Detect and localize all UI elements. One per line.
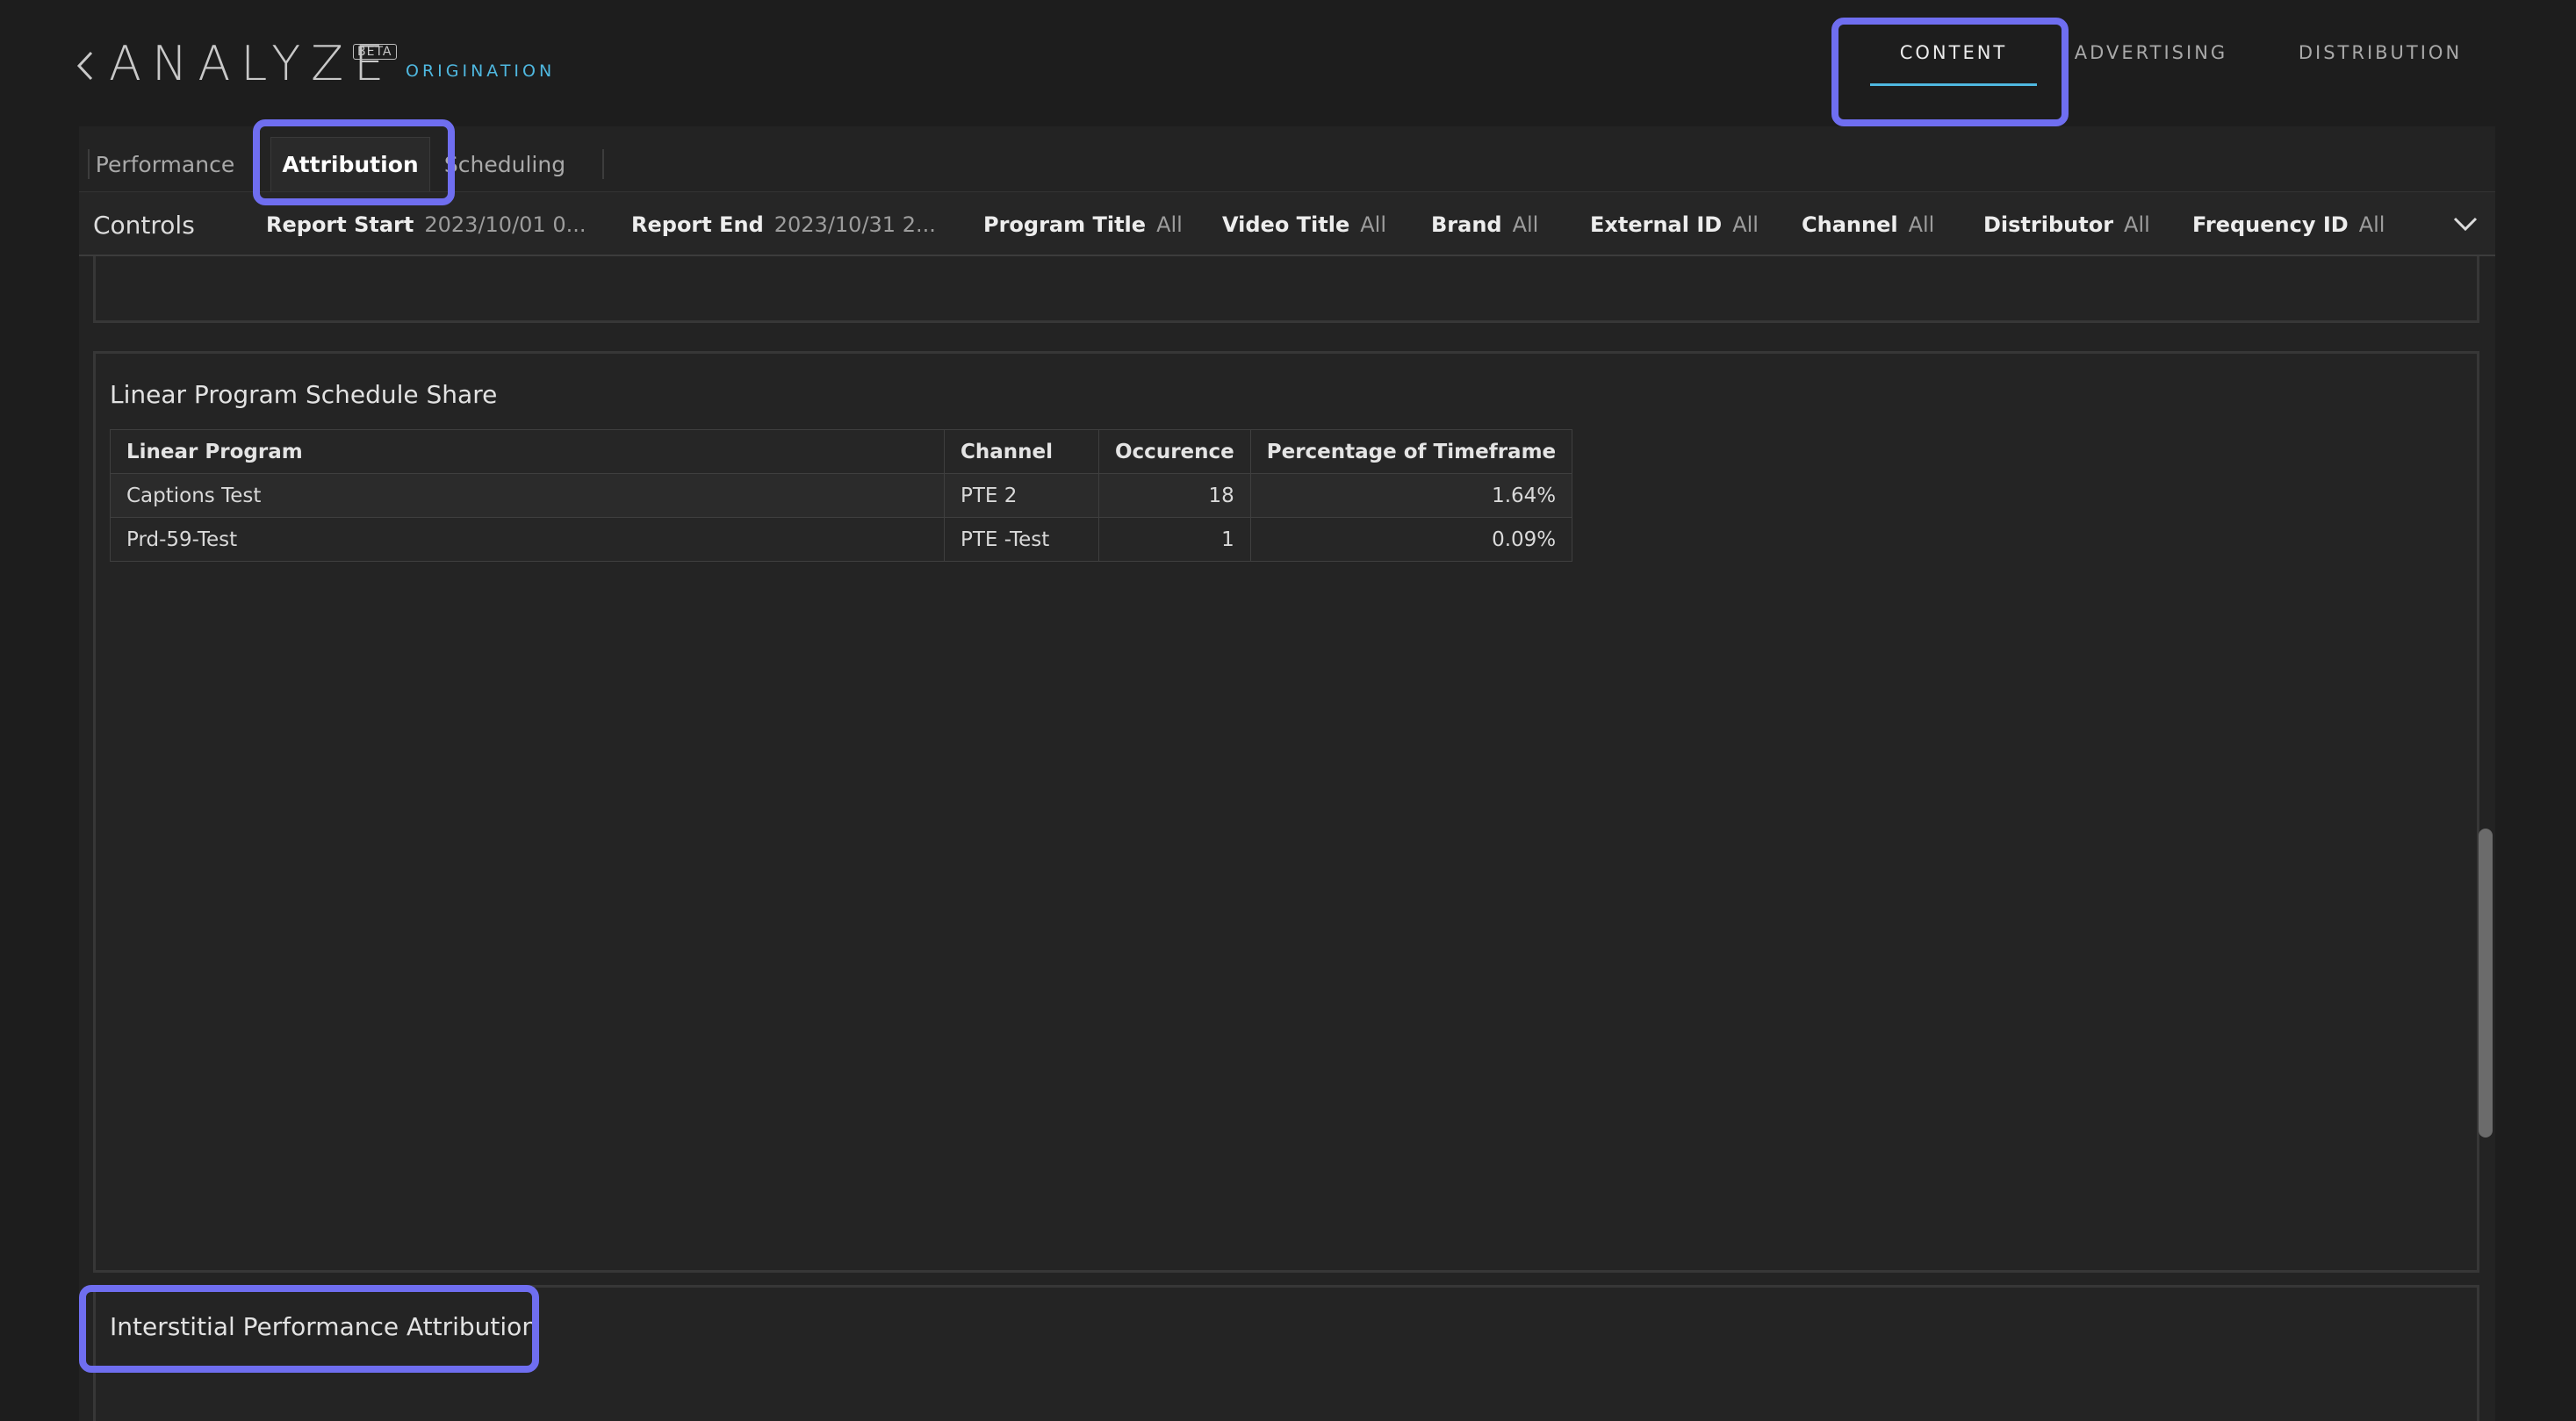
chevron-down-icon[interactable]	[2450, 208, 2481, 240]
cell-channel: PTE 2	[944, 473, 1099, 518]
filter-frequency-id[interactable]: Frequency ID All	[2192, 192, 2385, 257]
filter-key: External ID	[1590, 212, 1723, 237]
table-row[interactable]: Captions Test PTE 2 18 1.64%	[110, 473, 1573, 518]
filter-key: Program Title	[983, 212, 1147, 237]
filter-key: Distributor	[1983, 212, 2114, 237]
schedule-share-title: Linear Program Schedule Share	[110, 380, 498, 409]
filter-report-start[interactable]: Report Start 2023/10/01 0...	[266, 192, 586, 257]
subtab-bar: Performance Attribution Scheduling	[79, 126, 2495, 191]
nav-tab-label: DISTRIBUTION	[2298, 42, 2463, 63]
filter-key: Brand	[1431, 212, 1502, 237]
table-header-row: Linear Program Channel Occurence Percent…	[110, 429, 1573, 474]
filter-video-title[interactable]: Video Title All	[1222, 192, 1386, 257]
previous-card	[93, 256, 2479, 323]
tab-separator	[88, 149, 90, 179]
nav-tab-label: ADVERTISING	[2074, 42, 2228, 63]
filter-value: All	[2124, 212, 2150, 237]
filter-channel[interactable]: Channel All	[1802, 192, 1934, 257]
schedule-share-card: Linear Program Schedule Share Linear Pro…	[93, 351, 2479, 1273]
brand: ANALYZE BETA ORIGINATION	[76, 35, 551, 88]
tab-separator	[602, 149, 604, 179]
column-header[interactable]: Channel	[944, 429, 1099, 474]
filter-value: All	[1732, 212, 1759, 237]
beta-badge: BETA	[353, 44, 397, 60]
cell-channel: PTE -Test	[944, 517, 1099, 562]
filter-key: Frequency ID	[2192, 212, 2349, 237]
tab-label: Scheduling	[443, 151, 566, 177]
controls-label: Controls	[93, 210, 195, 240]
filter-value: All	[1360, 212, 1387, 237]
filter-report-end[interactable]: Report End 2023/10/31 2...	[631, 192, 936, 257]
brand-subtitle: ORIGINATION	[406, 61, 556, 81]
tab-scheduling[interactable]: Scheduling	[439, 137, 571, 191]
filter-key: Report End	[631, 212, 764, 237]
tab-attribution[interactable]: Attribution	[270, 137, 430, 191]
controls-bar: Controls Report Start 2023/10/01 0... Re…	[79, 191, 2495, 256]
main-panel: Performance Attribution Scheduling Contr…	[79, 126, 2495, 1421]
cell-occurence: 1	[1098, 517, 1251, 562]
nav-tab-advertising[interactable]: ADVERTISING	[2072, 0, 2230, 105]
interstitial-card: Interstitial Performance Attribution	[93, 1285, 2479, 1421]
filter-external-id[interactable]: External ID All	[1590, 192, 1759, 257]
column-header[interactable]: Percentage of Timeframe	[1249, 429, 1573, 474]
column-header[interactable]: Linear Program	[110, 429, 945, 474]
cell-linear-program: Prd-59-Test	[110, 517, 945, 562]
cell-percentage: 0.09%	[1249, 517, 1573, 562]
nav-tab-label: CONTENT	[1899, 42, 2008, 63]
filter-key: Channel	[1802, 212, 1898, 237]
scrollbar-thumb[interactable]	[2479, 829, 2493, 1138]
cell-percentage: 1.64%	[1249, 473, 1573, 518]
interstitial-title: Interstitial Performance Attribution	[110, 1312, 538, 1341]
tab-label: Attribution	[282, 152, 419, 177]
filter-key: Report Start	[266, 212, 414, 237]
filter-value: All	[1156, 212, 1183, 237]
column-header[interactable]: Occurence	[1098, 429, 1251, 474]
filter-value: All	[2358, 212, 2385, 237]
tab-label: Performance	[95, 151, 235, 177]
chevron-left-icon[interactable]	[76, 44, 102, 88]
filter-program-title[interactable]: Program Title All	[983, 192, 1183, 257]
filter-brand[interactable]: Brand All	[1431, 192, 1538, 257]
filter-value: 2023/10/31 2...	[774, 212, 936, 237]
filter-value: 2023/10/01 0...	[424, 212, 586, 237]
tab-performance[interactable]: Performance	[95, 137, 235, 191]
brand-title[interactable]: ANALYZE	[109, 40, 394, 88]
filter-key: Video Title	[1222, 212, 1350, 237]
cell-linear-program: Captions Test	[110, 473, 945, 518]
nav-tab-content[interactable]: CONTENT	[1835, 0, 2072, 105]
active-tab-underline	[1870, 83, 2037, 86]
filter-distributor[interactable]: Distributor All	[1983, 192, 2150, 257]
app-root: ANALYZE BETA ORIGINATION CONTENT ADVERTI…	[0, 0, 2576, 1421]
filter-value: All	[1512, 212, 1539, 237]
table-row[interactable]: Prd-59-Test PTE -Test 1 0.09%	[110, 517, 1573, 562]
cell-occurence: 18	[1098, 473, 1251, 518]
filter-value: All	[1908, 212, 1935, 237]
schedule-share-table: Linear Program Channel Occurence Percent…	[110, 429, 1573, 562]
nav-tab-distribution[interactable]: DISTRIBUTION	[2283, 0, 2478, 105]
